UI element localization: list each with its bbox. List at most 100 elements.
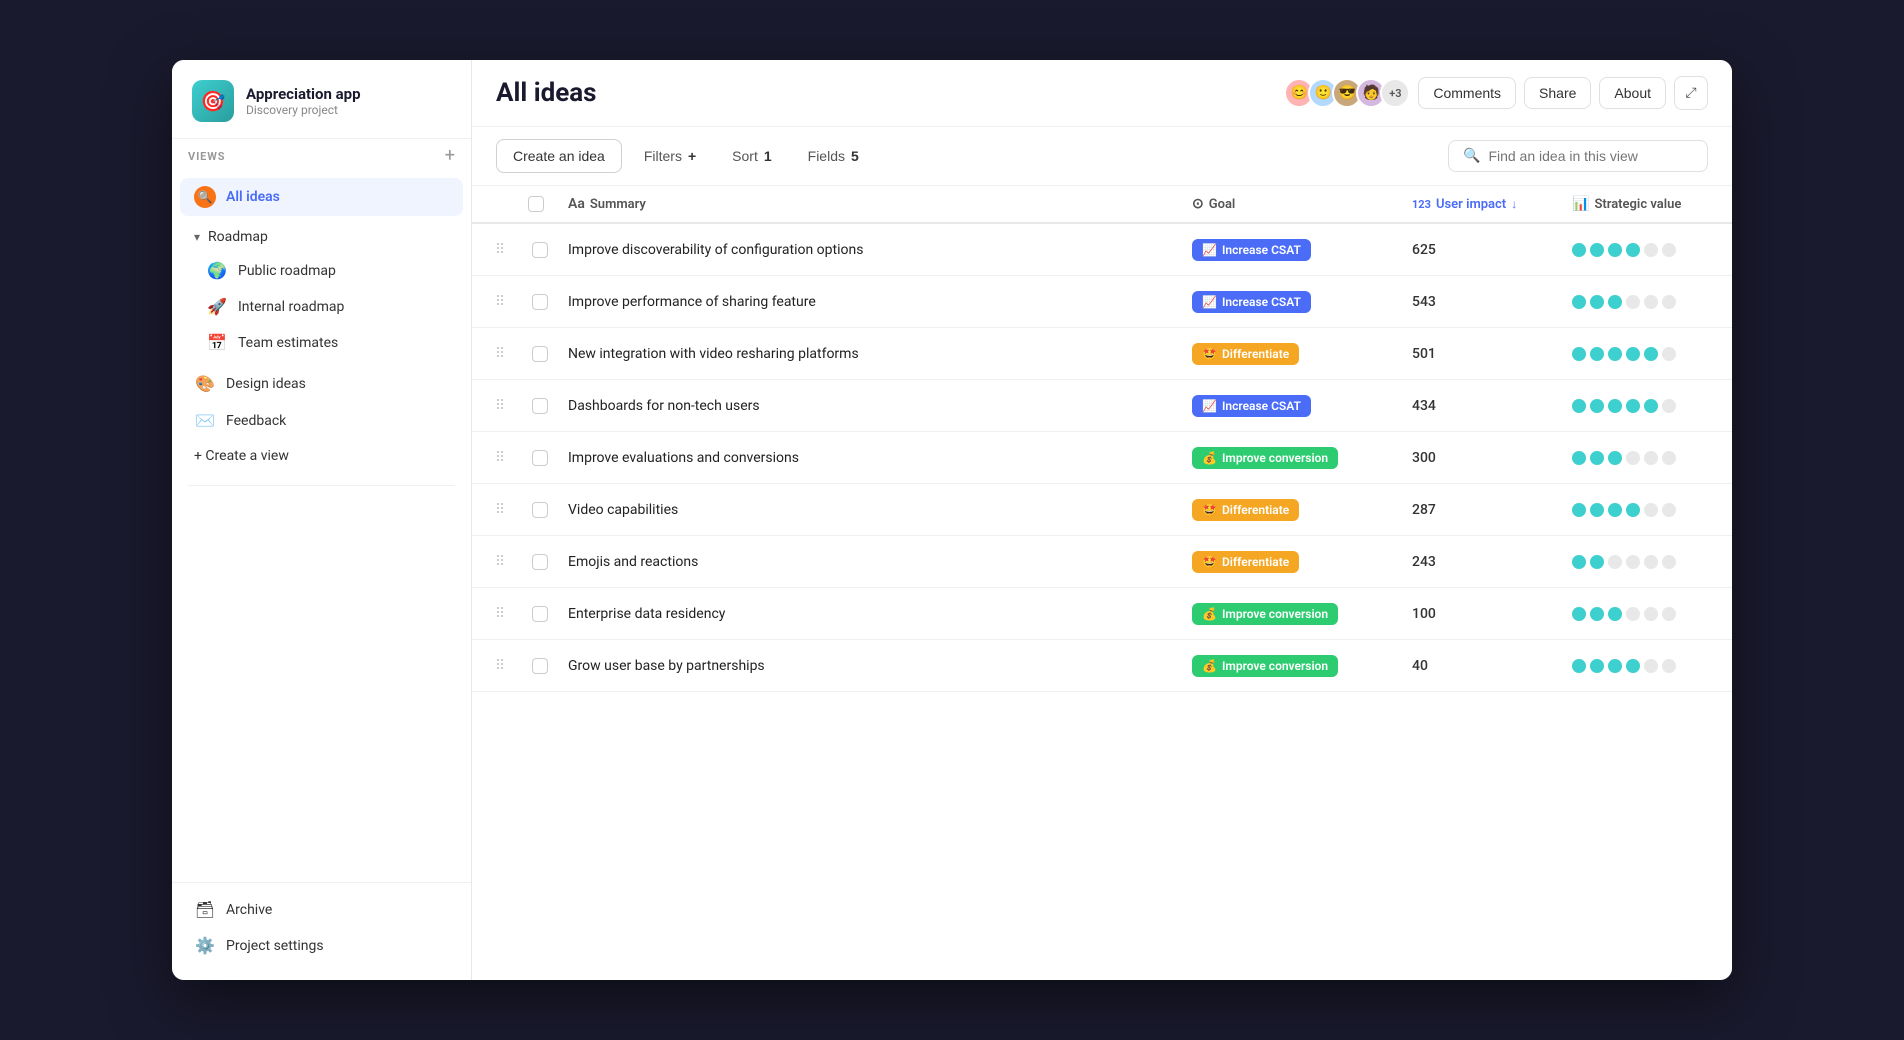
drag-handle-icon[interactable]: ⠿	[480, 242, 520, 258]
app-logo-icon: 🎯	[192, 80, 234, 122]
row-checkbox[interactable]	[532, 502, 548, 518]
strategic-dot	[1644, 347, 1658, 361]
drag-handle-icon[interactable]: ⠿	[480, 554, 520, 570]
table-row[interactable]: ⠿ Improve discoverability of configurati…	[472, 224, 1732, 276]
goal-badge: 📈 Increase CSAT	[1192, 291, 1311, 313]
sidebar-item-create-view[interactable]: + Create a view	[180, 440, 463, 472]
sidebar-item-design-ideas[interactable]: 🎨 Design ideas	[180, 366, 463, 401]
row-checkbox[interactable]	[532, 658, 548, 674]
views-add-button[interactable]: +	[445, 147, 455, 165]
search-box[interactable]: 🔍	[1448, 140, 1708, 172]
strategic-dot	[1590, 503, 1604, 517]
drag-handle-icon[interactable]: ⠿	[480, 658, 520, 674]
sidebar-item-internal-roadmap[interactable]: 🚀 Internal roadmap	[192, 289, 463, 324]
row-checkbox[interactable]	[532, 606, 548, 622]
drag-handle-icon[interactable]: ⠿	[480, 398, 520, 414]
table-row[interactable]: ⠿ Emojis and reactions 🤩 Differentiate 2…	[472, 536, 1732, 588]
comments-button[interactable]: Comments	[1418, 77, 1516, 109]
sidebar-item-project-settings[interactable]: ⚙️ Project settings	[180, 928, 463, 963]
strategic-dot	[1662, 555, 1676, 569]
drag-handle-icon[interactable]: ⠿	[480, 346, 520, 362]
row-checkbox[interactable]	[532, 294, 548, 310]
search-icon: 🔍	[1463, 148, 1480, 164]
table-row[interactable]: ⠿ Dashboards for non-tech users 📈 Increa…	[472, 380, 1732, 432]
about-button[interactable]: About	[1599, 77, 1666, 109]
search-input[interactable]	[1488, 148, 1693, 164]
goal-emoji: 🤩	[1202, 555, 1217, 569]
th-strategic[interactable]: 📊 Strategic value	[1564, 186, 1724, 222]
create-view-label: + Create a view	[194, 448, 289, 464]
th-goal[interactable]: ⊙ Goal	[1184, 186, 1404, 222]
row-goal: 🤩 Differentiate	[1184, 543, 1404, 581]
strategic-dot	[1590, 607, 1604, 621]
row-checkbox[interactable]	[532, 346, 548, 362]
drag-handle-icon[interactable]: ⠿	[480, 502, 520, 518]
strategic-dot	[1608, 243, 1622, 257]
th-impact[interactable]: 123 User impact ↓	[1404, 186, 1564, 222]
table-row[interactable]: ⠿ Improve evaluations and conversions 💰 …	[472, 432, 1732, 484]
row-checkbox-cell	[520, 606, 560, 622]
goal-label: Increase CSAT	[1222, 399, 1301, 413]
row-strategic	[1564, 391, 1724, 421]
strategic-dot	[1662, 503, 1676, 517]
row-summary: Improve discoverability of configuration…	[560, 230, 1184, 270]
goal-emoji: 📈	[1202, 295, 1217, 309]
design-ideas-icon: 🎨	[194, 374, 216, 393]
strategic-col-icon: 📊	[1572, 196, 1589, 212]
strategic-dot	[1644, 659, 1658, 673]
strategic-dot	[1590, 451, 1604, 465]
expand-button[interactable]: ⤢	[1674, 76, 1708, 110]
fields-count: 5	[851, 148, 859, 164]
goal-col-label: Goal	[1209, 197, 1236, 212]
team-estimates-icon: 📅	[206, 333, 228, 352]
summary-col-icon: Aa	[568, 196, 585, 212]
table-row[interactable]: ⠿ Grow user base by partnerships 💰 Impro…	[472, 640, 1732, 692]
th-summary[interactable]: Aa Summary	[560, 186, 1184, 222]
row-summary: Enterprise data residency	[560, 594, 1184, 634]
table-row[interactable]: ⠿ Improve performance of sharing feature…	[472, 276, 1732, 328]
row-checkbox[interactable]	[532, 450, 548, 466]
drag-handle-icon[interactable]: ⠿	[480, 450, 520, 466]
app-container: 🎯 Appreciation app Discovery project VIE…	[172, 60, 1732, 980]
strategic-col-label: Strategic value	[1594, 197, 1681, 212]
filters-label: Filters	[644, 148, 682, 164]
goal-emoji: 💰	[1202, 451, 1217, 465]
table-row[interactable]: ⠿ Video capabilities 🤩 Differentiate 287	[472, 484, 1732, 536]
row-strategic	[1564, 443, 1724, 473]
create-idea-button[interactable]: Create an idea	[496, 139, 622, 173]
goal-label: Increase CSAT	[1222, 295, 1301, 309]
strategic-dot	[1608, 399, 1622, 413]
row-checkbox[interactable]	[532, 398, 548, 414]
row-goal: 🤩 Differentiate	[1184, 491, 1404, 529]
goal-emoji: 🤩	[1202, 503, 1217, 517]
row-impact: 243	[1404, 546, 1564, 578]
drag-handle-icon[interactable]: ⠿	[480, 606, 520, 622]
sidebar-item-public-roadmap[interactable]: 🌍 Public roadmap	[192, 253, 463, 288]
fields-button[interactable]: Fields 5	[794, 141, 873, 171]
row-checkbox[interactable]	[532, 242, 548, 258]
row-summary: Emojis and reactions	[560, 542, 1184, 582]
sidebar-item-all-ideas[interactable]: 🔍 All ideas	[180, 178, 463, 216]
impact-col-icon: 123	[1412, 198, 1431, 211]
sidebar-item-archive[interactable]: 🗃 Archive	[180, 892, 463, 927]
share-button[interactable]: Share	[1524, 77, 1591, 109]
strategic-dot	[1644, 451, 1658, 465]
table-body: ⠿ Improve discoverability of configurati…	[472, 224, 1732, 692]
filters-button[interactable]: Filters +	[630, 141, 710, 171]
roadmap-header[interactable]: ▾ Roadmap	[180, 222, 463, 252]
app-name: Appreciation app	[246, 85, 361, 103]
strategic-dot	[1590, 555, 1604, 569]
select-all-checkbox[interactable]	[528, 196, 544, 212]
row-checkbox[interactable]	[532, 554, 548, 570]
table-row[interactable]: ⠿ New integration with video resharing p…	[472, 328, 1732, 380]
sort-arrow-icon: ↓	[1511, 197, 1517, 211]
table-row[interactable]: ⠿ Enterprise data residency 💰 Improve co…	[472, 588, 1732, 640]
sidebar-item-team-estimates[interactable]: 📅 Team estimates	[192, 325, 463, 360]
sidebar-item-feedback[interactable]: ✉️ Feedback	[180, 403, 463, 438]
goal-label: Differentiate	[1222, 503, 1289, 517]
strategic-dot	[1608, 555, 1622, 569]
sort-button[interactable]: Sort 1	[718, 141, 785, 171]
strategic-dot	[1662, 347, 1676, 361]
drag-handle-icon[interactable]: ⠿	[480, 294, 520, 310]
strategic-dot	[1572, 451, 1586, 465]
